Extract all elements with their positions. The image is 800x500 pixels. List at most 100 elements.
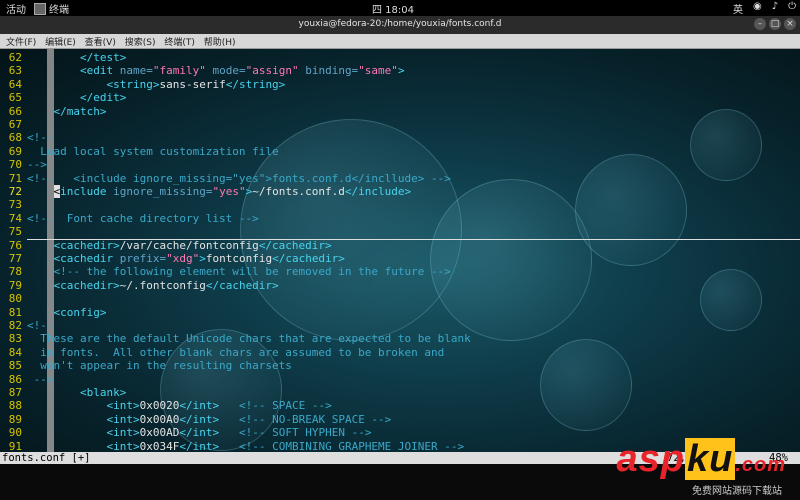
line-text: in fonts. All other blank chars are assu… — [27, 345, 445, 359]
line-text: <!-- — [27, 319, 54, 332]
wifi-icon[interactable]: ◉ — [753, 1, 762, 16]
code-line[interactable]: 68 <!-- — [0, 131, 800, 144]
line-text: <int>0x034F</int> <!-- COMBINING GRAPHEM… — [106, 439, 465, 452]
line-number: 68 — [8, 131, 22, 145]
line-number: 67 — [8, 118, 22, 131]
line-number: 70 — [8, 158, 22, 172]
activities-button[interactable]: 活动 — [6, 1, 26, 16]
line-text: <blank> — [79, 386, 127, 399]
line-text: <cachedir>~/.fontconfig</cachedir> — [53, 278, 279, 292]
cursor-line — [27, 239, 800, 240]
menu-view[interactable]: 查看(V) — [85, 35, 116, 48]
line-number: 80 — [8, 292, 22, 306]
code-line[interactable]: 85 won't appear in the resulting charset… — [0, 359, 800, 372]
line-number: 72 — [8, 185, 22, 198]
code-line[interactable]: 63 <edit name="family" mode="assign" bin… — [0, 64, 800, 77]
code-line[interactable]: 78 <!-- the following element will be re… — [0, 265, 800, 278]
line-text: <int>0x00AD</int> <!-- SOFT HYPHEN --> — [106, 426, 372, 440]
code-line[interactable]: 69 Load local system customization file — [0, 145, 800, 158]
line-number: 71 — [8, 171, 22, 185]
code-line[interactable]: 65 </edit> — [0, 91, 800, 104]
menu-help[interactable]: 帮助(H) — [204, 35, 236, 48]
line-text: <include ignore_missing="yes">~/fonts.co… — [53, 185, 412, 198]
watermark-logo: aspku .com — [616, 438, 786, 480]
app-menu[interactable]: 终端 — [34, 1, 69, 16]
line-number: 88 — [8, 399, 22, 413]
power-icon[interactable]: ⏻ — [788, 1, 796, 16]
line-number: 69 — [8, 144, 22, 158]
code-line[interactable]: 72 <include ignore_missing="yes">~/fonts… — [0, 185, 800, 198]
line-number: 81 — [8, 305, 22, 319]
line-number: 63 — [8, 64, 22, 78]
window-titlebar[interactable]: youxia@fedora-20:/home/youxia/fonts.conf… — [0, 16, 800, 34]
line-number: 91 — [8, 439, 22, 452]
code-line[interactable]: 87 <blank> — [0, 386, 800, 399]
input-method-indicator[interactable]: 英 — [733, 1, 743, 16]
minimize-button[interactable]: – — [754, 18, 766, 30]
status-filename: fonts.conf [+] — [2, 452, 91, 464]
code-line[interactable]: 79 <cachedir>~/.fontconfig</cachedir> — [0, 279, 800, 292]
line-text: --> — [27, 158, 47, 172]
menu-terminal[interactable]: 终端(T) — [164, 35, 195, 48]
code-line[interactable]: 62 </test> — [0, 51, 800, 64]
code-line[interactable]: 71 <!-- <include ignore_missing="yes">fon… — [0, 172, 800, 185]
code-line[interactable]: 76 <cachedir>/var/cache/fontconfig</cach… — [0, 239, 800, 252]
line-number: 62 — [8, 51, 22, 64]
line-text: <string>sans-serif</string> — [106, 77, 286, 91]
line-number: 66 — [8, 104, 22, 118]
line-text: Load local system customization file — [27, 144, 279, 158]
line-number: 84 — [8, 345, 22, 359]
line-text: <!-- <include ignore_missing="yes">fonts… — [27, 171, 451, 185]
code-line[interactable]: 81 <config> — [0, 306, 800, 319]
line-text: <int>0x0020</int> <!-- SPACE --> — [106, 399, 332, 413]
line-number: 75 — [8, 225, 22, 239]
line-text: </edit> — [79, 91, 127, 105]
line-number: 74 — [8, 211, 22, 225]
line-text: <edit name="family" mode="assign" bindin… — [79, 64, 405, 78]
window-title: youxia@fedora-20:/home/youxia/fonts.conf… — [298, 19, 502, 29]
line-text: <cachedir prefix="xdg">fontconfig</cache… — [53, 252, 345, 265]
code-line[interactable]: 77 <cachedir prefix="xdg">fontconfig</ca… — [0, 252, 800, 265]
terminal-icon — [34, 3, 46, 15]
code-line[interactable]: 80 — [0, 292, 800, 305]
code-line[interactable]: 89 <int>0x00A0</int> <!-- NO-BREAK SPACE… — [0, 413, 800, 426]
line-number: 73 — [8, 198, 22, 212]
line-number: 85 — [8, 359, 22, 373]
line-text: <!-- the following element will be remov… — [53, 265, 451, 279]
code-line[interactable]: 83 These are the default Unicode chars t… — [0, 332, 800, 345]
clock[interactable]: 四 18:04 — [372, 1, 414, 16]
volume-icon[interactable]: ♪ — [772, 1, 778, 16]
line-text: <!-- — [27, 131, 54, 145]
line-number: 89 — [8, 412, 22, 426]
menu-search[interactable]: 搜索(S) — [125, 35, 156, 48]
code-line[interactable]: 88 <int>0x0020</int> <!-- SPACE --> — [0, 399, 800, 412]
line-text: won't appear in the resulting charsets — [27, 359, 292, 373]
watermark-tagline: 免费网站源码下载站 — [692, 486, 782, 497]
menu-file[interactable]: 文件(F) — [6, 35, 36, 48]
code-line[interactable]: 84 in fonts. All other blank chars are a… — [0, 346, 800, 359]
line-text: These are the default Unicode chars that… — [27, 332, 471, 346]
code-line[interactable]: 64 <string>sans-serif</string> — [0, 78, 800, 91]
terminal-editor[interactable]: 62 </test> 63 <edit name="family" mode="a… — [0, 49, 800, 452]
line-number: 78 — [8, 265, 22, 279]
code-line[interactable]: 73 — [0, 198, 800, 211]
menu-bar: 文件(F) 编辑(E) 查看(V) 搜索(S) 终端(T) 帮助(H) — [0, 34, 800, 49]
code-line[interactable]: 70 --> — [0, 158, 800, 171]
code-line[interactable]: 67 — [0, 118, 800, 131]
code-line[interactable]: 74 <!-- Font cache directory list --> — [0, 212, 800, 225]
line-text: --> — [27, 372, 54, 386]
menu-edit[interactable]: 编辑(E) — [45, 35, 76, 48]
line-number: 86 — [8, 372, 22, 386]
line-text: <config> — [53, 305, 107, 319]
line-number: 76 — [8, 238, 22, 252]
code-line[interactable]: 86 --> — [0, 373, 800, 386]
code-line[interactable]: 75 — [0, 225, 800, 238]
code-line[interactable]: 82 <!-- — [0, 319, 800, 332]
line-number: 77 — [8, 252, 22, 265]
maximize-button[interactable]: □ — [769, 18, 781, 30]
line-number: 82 — [8, 319, 22, 332]
code-line[interactable]: 66 </match> — [0, 105, 800, 118]
line-text: </match> — [53, 104, 107, 118]
line-number: 83 — [8, 332, 22, 346]
close-button[interactable]: × — [784, 18, 796, 30]
